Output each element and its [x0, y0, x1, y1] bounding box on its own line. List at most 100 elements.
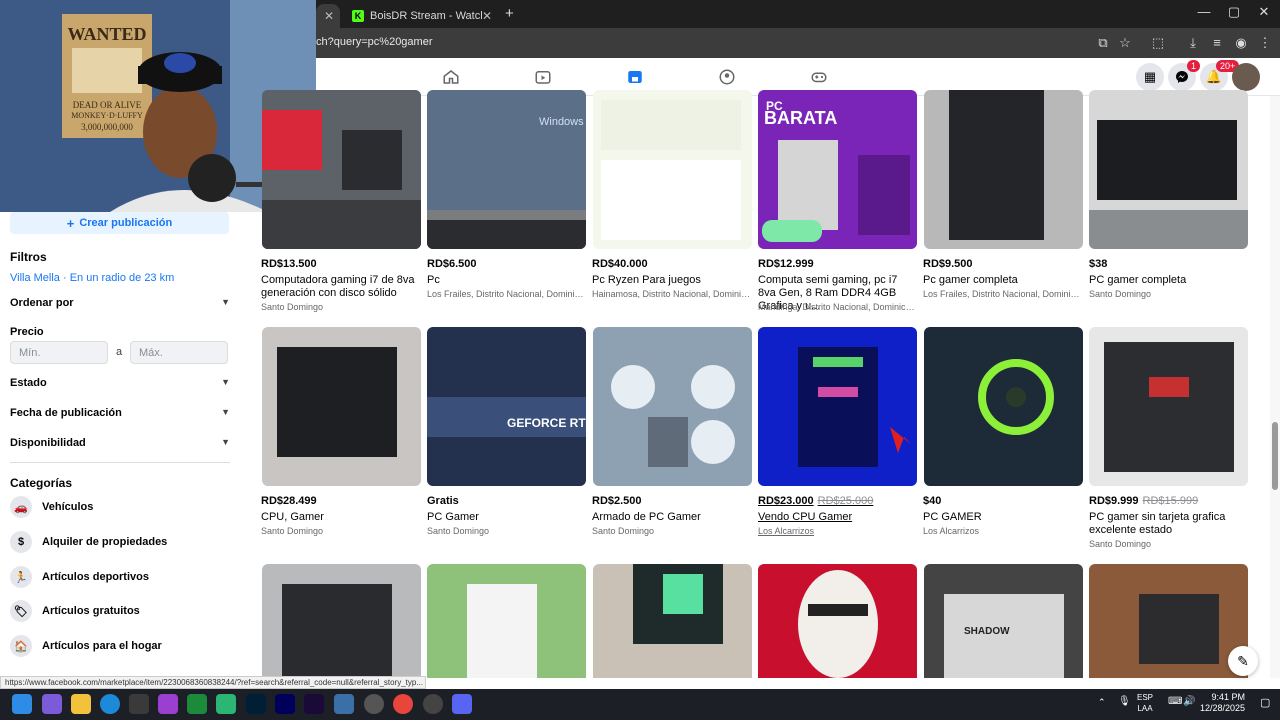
- category-sports[interactable]: 🏃 Artículos deportivos: [10, 566, 149, 588]
- category-home[interactable]: 🏠 Artículos para el hogar: [10, 635, 162, 657]
- file-explorer-icon[interactable]: [71, 694, 91, 714]
- listing-image[interactable]: PC BARATA: [758, 90, 917, 249]
- listing-location: Hainamosa, Distrito Nacional, Dominica..…: [592, 289, 752, 299]
- category-vehicles[interactable]: 🚗 Vehículos: [10, 496, 93, 518]
- chatgpt-icon[interactable]: [216, 694, 236, 714]
- listing-image[interactable]: [427, 564, 586, 678]
- listing-image[interactable]: [262, 327, 421, 486]
- create-listing-button[interactable]: + Crear publicación: [10, 212, 229, 234]
- listing-location: Santo Domingo: [427, 526, 490, 536]
- close-tab-icon[interactable]: ✕: [324, 9, 334, 23]
- listing-title[interactable]: Pc gamer completa: [923, 274, 1083, 287]
- listing-image[interactable]: [758, 327, 917, 486]
- settings-gear-icon[interactable]: [364, 694, 384, 714]
- listing-title[interactable]: PC Gamer: [427, 511, 587, 524]
- scrollbar-thumb[interactable]: [1272, 422, 1278, 490]
- date-dropdown[interactable]: Fecha de publicación ▼: [10, 407, 230, 419]
- xbox-icon[interactable]: [187, 694, 207, 714]
- listing-image[interactable]: [1089, 90, 1248, 249]
- listing-title[interactable]: Vendo CPU Gamer: [758, 511, 918, 524]
- listing-location: Mandinga, Distrito Nacional, Dominican..…: [758, 302, 918, 312]
- menu-grid-icon[interactable]: ▦: [1136, 63, 1164, 91]
- obs-icon[interactable]: [423, 694, 443, 714]
- location-filter[interactable]: Villa Mella · En un radio de 23 km: [10, 272, 174, 284]
- sort-dropdown[interactable]: Ordenar por ▼: [10, 297, 230, 309]
- listing-image[interactable]: Windows: [427, 90, 586, 249]
- discord-icon[interactable]: [452, 694, 472, 714]
- premiere-icon[interactable]: [275, 694, 295, 714]
- listing-image[interactable]: [593, 327, 752, 486]
- chevron-down-icon: ▼: [221, 407, 230, 417]
- minimize-button[interactable]: —: [1189, 4, 1219, 19]
- listing-image[interactable]: SHADOW: [924, 564, 1083, 678]
- download-icon[interactable]: ⤓: [1184, 34, 1202, 52]
- network-icon[interactable]: ⌨: [1168, 696, 1182, 707]
- avatar[interactable]: [1232, 63, 1260, 91]
- availability-dropdown[interactable]: Disponibilidad ▼: [10, 437, 230, 449]
- store-icon[interactable]: [129, 694, 149, 714]
- close-window-button[interactable]: ✕: [1249, 4, 1279, 20]
- bookmark-star-icon[interactable]: ☆: [1116, 34, 1134, 52]
- microphone-icon[interactable]: 🎙: [1118, 696, 1131, 707]
- system-clock[interactable]: 9:41 PM 12/28/2025: [1200, 692, 1245, 714]
- notification-center-icon[interactable]: ▢: [1260, 696, 1270, 709]
- listing-title[interactable]: PC GAMER: [923, 511, 1083, 524]
- listing-image[interactable]: [262, 90, 421, 249]
- after-effects-icon[interactable]: [304, 694, 324, 714]
- listing-image[interactable]: [758, 564, 917, 678]
- extensions-icon[interactable]: ⬚: [1149, 34, 1167, 52]
- chrome-menu-icon[interactable]: ⋮: [1256, 34, 1274, 52]
- categories-heading: Categorías: [10, 476, 73, 490]
- wanted-text: WANTED: [67, 24, 146, 44]
- listing-image[interactable]: [1089, 327, 1248, 486]
- maximize-button[interactable]: ▢: [1219, 4, 1249, 20]
- edge-icon[interactable]: [100, 694, 120, 714]
- condition-dropdown[interactable]: Estado ▼: [10, 377, 230, 389]
- listing-image[interactable]: [262, 564, 421, 678]
- max-price-input[interactable]: Máx.: [130, 341, 228, 364]
- listing-image[interactable]: [593, 90, 752, 249]
- listing-title[interactable]: PC gamer completa: [1089, 274, 1249, 287]
- min-price-input[interactable]: Mín.: [10, 341, 108, 364]
- tray-chevron-icon[interactable]: ⌃: [1098, 697, 1106, 708]
- listing-price: RD$6.500: [427, 258, 477, 270]
- video-icon[interactable]: [518, 64, 568, 90]
- listing-image[interactable]: [1089, 564, 1248, 678]
- listing-title[interactable]: Pc Ryzen Para juegos: [592, 274, 752, 287]
- app-icon[interactable]: [158, 694, 178, 714]
- home-icon[interactable]: [426, 64, 476, 90]
- listing-image[interactable]: GEFORCE RTX: [427, 327, 586, 486]
- profile-icon[interactable]: ◉: [1232, 34, 1250, 52]
- listing-image[interactable]: [593, 564, 752, 678]
- photos-icon[interactable]: [334, 694, 354, 714]
- marketplace-icon[interactable]: [610, 64, 660, 90]
- windows-start-icon[interactable]: [12, 694, 32, 714]
- listing-title[interactable]: Computadora gaming i7 de 8va generación …: [261, 274, 421, 300]
- language-indicator[interactable]: ESP LAA: [1137, 692, 1153, 714]
- new-tab-button[interactable]: +: [505, 5, 514, 22]
- listing-image[interactable]: [924, 90, 1083, 249]
- photoshop-icon[interactable]: [246, 694, 266, 714]
- house-dollar-icon: $: [10, 531, 32, 553]
- category-free[interactable]: 🏷 Artículos gratuitos: [10, 600, 140, 622]
- screen-cast-icon[interactable]: ⧉: [1094, 34, 1112, 52]
- chrome-icon[interactable]: [393, 694, 413, 714]
- media-icon[interactable]: ≡: [1208, 34, 1226, 52]
- tab-kick-stream[interactable]: K BoisDR Stream - Watch Live on ✕: [344, 4, 500, 28]
- listing-title[interactable]: Armado de PC Gamer: [592, 511, 752, 524]
- listing-title[interactable]: CPU, Gamer: [261, 511, 421, 524]
- address-bar-url[interactable]: ch?query=pc%20gamer: [316, 36, 433, 48]
- groups-icon[interactable]: [702, 64, 752, 90]
- tab-facebook[interactable]: ✕: [316, 4, 340, 28]
- compose-icon[interactable]: ✎: [1228, 646, 1258, 676]
- copilot-icon[interactable]: [42, 694, 62, 714]
- gaming-icon[interactable]: [794, 64, 844, 90]
- category-label: Artículos gratuitos: [42, 605, 140, 617]
- listing-image[interactable]: [924, 327, 1083, 486]
- listing-title[interactable]: Pc: [427, 274, 587, 287]
- category-rentals[interactable]: $ Alquiler de propiedades: [10, 531, 167, 553]
- close-tab-icon[interactable]: ✕: [482, 9, 492, 23]
- volume-icon[interactable]: 🔊: [1183, 696, 1195, 707]
- listing-title[interactable]: PC gamer sin tarjeta grafica excelente e…: [1089, 511, 1249, 537]
- page-scrollbar[interactable]: [1270, 96, 1280, 678]
